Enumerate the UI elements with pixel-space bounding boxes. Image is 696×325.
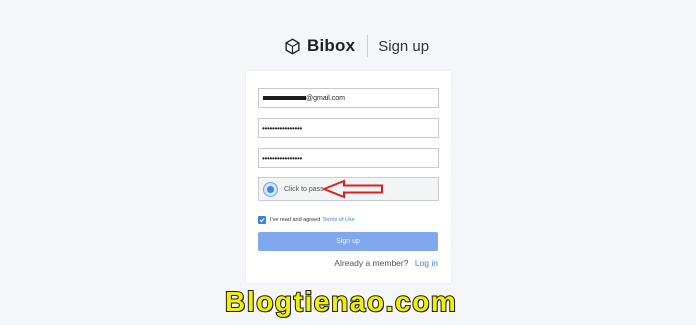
check-icon xyxy=(259,218,265,223)
page-header: Bibox Sign up xyxy=(284,34,429,58)
header-divider xyxy=(367,35,369,57)
terms-agreement: I've read and agreed Terms of Use xyxy=(258,216,355,224)
captcha-label: Click to pass xyxy=(284,185,324,193)
member-row: Already a member? Log in xyxy=(334,258,438,268)
signup-button[interactable]: Sign up xyxy=(258,232,438,251)
agree-checkbox[interactable] xyxy=(258,216,266,224)
password-value: •••••••••••••••• xyxy=(262,123,303,133)
page-title: Sign up xyxy=(378,37,430,55)
cube-logo-icon xyxy=(285,37,300,55)
captcha-radar-icon[interactable] xyxy=(263,181,278,197)
password-field[interactable]: •••••••••••••••• xyxy=(258,118,439,138)
email-field[interactable]: @gmail.com xyxy=(258,88,439,108)
redaction-bar xyxy=(263,95,306,100)
brand-name: Bibox xyxy=(307,36,356,55)
confirm-password-field[interactable]: •••••••••••••••• xyxy=(258,148,439,168)
member-text: Already a member? xyxy=(334,258,409,268)
confirm-password-value: •••••••••••••••• xyxy=(262,153,303,163)
login-link[interactable]: Log in xyxy=(415,258,438,268)
signup-card: @gmail.com •••••••••••••••• ••••••••••••… xyxy=(246,71,451,283)
agree-text: I've read and agreed xyxy=(270,217,321,223)
red-arrow-icon xyxy=(322,179,383,199)
terms-of-use-link[interactable]: Terms of Use xyxy=(322,217,354,223)
watermark-text: Blogtienao.com xyxy=(224,285,458,318)
email-value: @gmail.com xyxy=(259,95,345,102)
